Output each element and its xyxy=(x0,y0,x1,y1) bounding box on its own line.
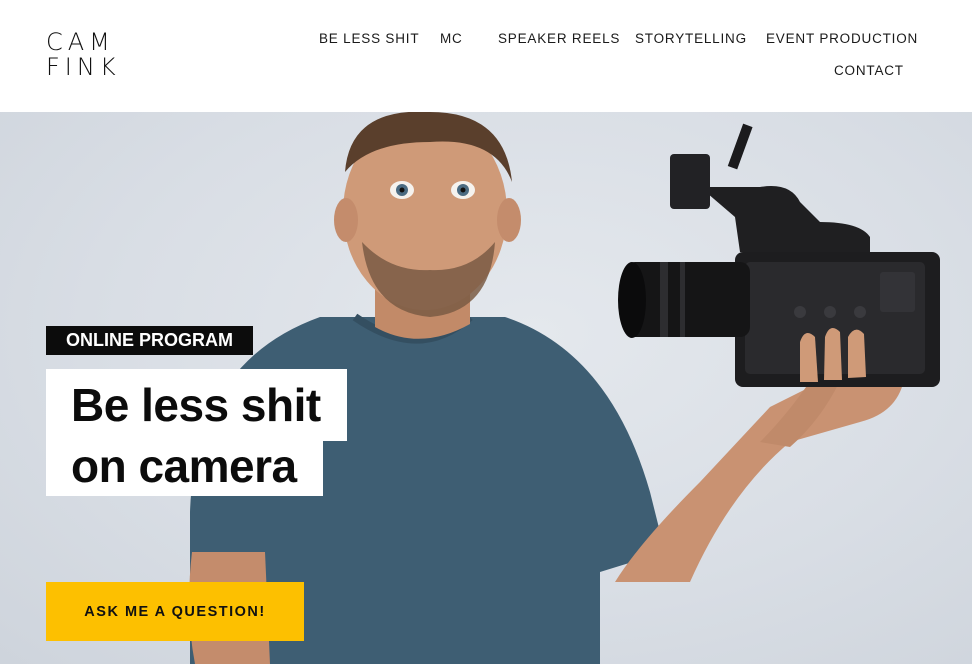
nav-item-mc[interactable]: MC xyxy=(440,31,463,46)
site-logo[interactable]: CAM FINK xyxy=(46,30,121,80)
nav-item-contact[interactable]: CONTACT xyxy=(834,63,904,78)
nav-item-storytelling[interactable]: STORYTELLING xyxy=(635,31,747,46)
logo-line-2: FINK xyxy=(46,53,121,81)
nav-item-event-production[interactable]: EVENT PRODUCTION xyxy=(766,31,918,46)
program-badge: ONLINE PROGRAM xyxy=(46,326,254,355)
site-header: CAM FINK BE LESS SHIT MC SPEAKER REELS S… xyxy=(0,0,972,112)
logo-line-1: CAM xyxy=(46,28,115,56)
nav-item-speaker-reels[interactable]: SPEAKER REELS xyxy=(498,31,620,46)
hero-section: ONLINE PROGRAM Be less shit on camera AS… xyxy=(0,112,972,664)
hero-title-line-2: on camera xyxy=(46,434,323,496)
nav-item-be-less-shit[interactable]: BE LESS SHIT xyxy=(319,31,419,46)
hero-title-line-1: Be less shit xyxy=(46,369,347,441)
ask-question-button[interactable]: ASK ME A QUESTION! xyxy=(46,582,304,641)
